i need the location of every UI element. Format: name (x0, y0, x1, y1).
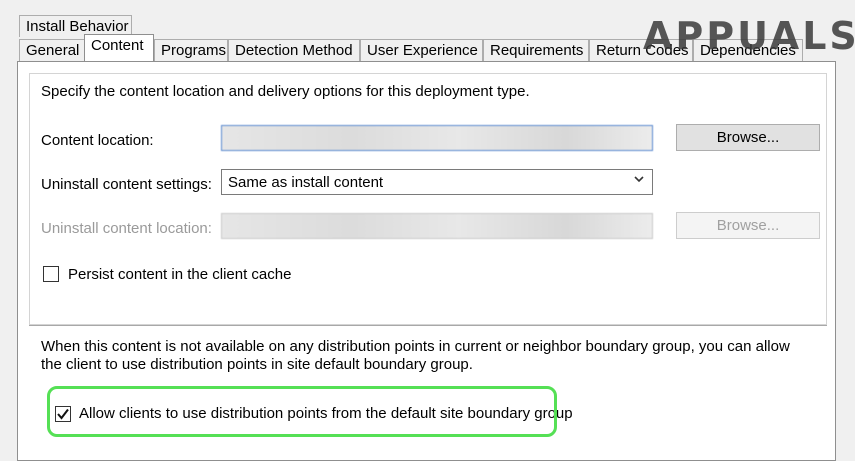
uninstall-browse-button[interactable]: Browse... (676, 212, 820, 239)
content-location-section (29, 73, 827, 325)
tab-programs[interactable]: Programs (154, 39, 228, 61)
appuals-logo: APPUALS (643, 14, 855, 58)
persist-content-label: Persist content in the client cache (68, 266, 292, 283)
section-divider (29, 325, 827, 326)
persist-content-checkbox[interactable] (43, 266, 59, 282)
browse-button[interactable]: Browse... (676, 124, 820, 151)
tab-requirements[interactable]: Requirements (483, 39, 589, 61)
chevron-down-icon (634, 176, 644, 183)
tab-detection-method[interactable]: Detection Method (228, 39, 360, 61)
uninstall-settings-value: Same as install content (228, 174, 384, 191)
uninstall-settings-label: Uninstall content settings: (41, 176, 212, 193)
uninstall-settings-dropdown[interactable]: Same as install content (221, 169, 653, 195)
tab-user-experience[interactable]: User Experience (360, 39, 483, 61)
intro-text: Specify the content location and deliver… (41, 83, 530, 100)
uninstall-location-input[interactable] (221, 213, 653, 239)
uninstall-location-label: Uninstall content location: (41, 220, 212, 237)
tab-general[interactable]: General (19, 39, 85, 61)
highlight-box (47, 386, 557, 437)
distribution-description: When this content is not available on an… (41, 338, 790, 373)
tab-content[interactable]: Content (84, 34, 154, 61)
content-location-label: Content location: (41, 132, 154, 149)
content-location-input[interactable] (221, 125, 653, 151)
